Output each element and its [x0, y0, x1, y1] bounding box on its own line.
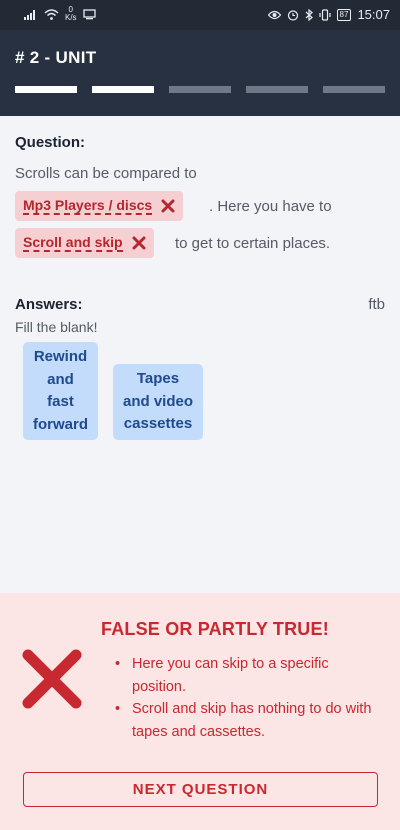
- progress-segment: [15, 86, 77, 93]
- vibrate-icon: [318, 8, 331, 21]
- status-bar: 0 K/s 87 15:07: [0, 0, 400, 30]
- feedback-point: Scroll and skip has nothing to do with t…: [108, 698, 380, 743]
- feedback-panel: FALSE OR PARTLY TRUE! Here you can skip …: [0, 593, 400, 830]
- unit-title: # 2 - UNIT: [15, 48, 97, 67]
- answer-option-2[interactable]: Tapes and video cassettes: [113, 364, 203, 440]
- answers-instruction: Fill the blank!: [15, 319, 98, 335]
- filled-blank-2[interactable]: Scroll and skip: [15, 228, 154, 258]
- answer-option-1-line: and: [47, 370, 74, 388]
- status-left: 0 K/s: [24, 6, 96, 22]
- network-speed: 0 K/s: [65, 6, 77, 22]
- answer-option-1[interactable]: Rewind and fast forward: [23, 342, 98, 440]
- answer-option-1-line: fast: [47, 393, 74, 410]
- answers-label: Answers:: [15, 296, 83, 313]
- battery-level: 87: [339, 9, 349, 19]
- question-text-line3: to get to certain places.: [175, 235, 331, 252]
- alarm-icon: [287, 9, 298, 21]
- filled-blank-2-text: Scroll and skip: [23, 234, 123, 252]
- battery-icon: 87: [336, 8, 352, 21]
- feedback-title: FALSE OR PARTLY TRUE!: [101, 619, 329, 639]
- answer-option-1-line: forward: [32, 415, 88, 433]
- answer-option-2-line: and video: [122, 392, 193, 410]
- progress-segment: [323, 86, 385, 93]
- remove-icon[interactable]: [132, 236, 146, 250]
- answer-option-2-line: Tapes: [136, 370, 180, 387]
- wifi-icon: [44, 8, 59, 20]
- remove-icon[interactable]: [161, 199, 175, 213]
- speed-unit: K/s: [65, 13, 77, 22]
- screen-cast-icon: [82, 8, 96, 19]
- progress-segment: [92, 86, 154, 93]
- question-type: ftb: [368, 296, 385, 313]
- question-label: Question:: [15, 134, 85, 151]
- progress-segment: [169, 86, 231, 93]
- wrong-x-icon: [22, 649, 82, 709]
- eye-icon: [267, 10, 281, 19]
- unit-header: # 2 - UNIT: [0, 30, 400, 116]
- question-text-line2: . Here you have to: [209, 198, 332, 215]
- signal-icon: [24, 9, 35, 20]
- feedback-points: Here you can skip to a specific position…: [108, 653, 380, 743]
- feedback-point: Here you can skip to a specific position…: [108, 653, 380, 698]
- progress-segment: [246, 86, 308, 93]
- answer-option-1-line: Rewind: [33, 348, 88, 365]
- clock: 15:07: [357, 7, 390, 22]
- progress-bar: [15, 86, 385, 93]
- filled-blank-1-text: Mp3 Players / discs: [23, 197, 153, 215]
- status-right: 87 15:07: [267, 7, 390, 22]
- next-question-button[interactable]: NEXT QUESTION: [23, 772, 378, 807]
- bluetooth-icon: [305, 8, 313, 21]
- answer-option-2-line: cassettes: [123, 415, 193, 432]
- filled-blank-1[interactable]: Mp3 Players / discs: [15, 191, 184, 221]
- question-text-line1: Scrolls can be compared to: [15, 165, 197, 182]
